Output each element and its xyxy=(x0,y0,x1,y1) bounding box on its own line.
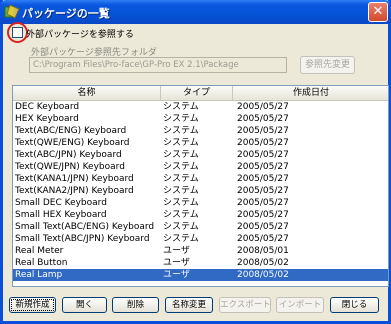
table-row[interactable]: Text(KANA1/JPN) Keyboard システム 2005/05/27 xyxy=(13,173,388,185)
package-date-cell: 2005/05/27 xyxy=(237,102,289,112)
change-folder-button[interactable]: 参照先変更 xyxy=(300,56,355,74)
package-name-cell: Text(QWE/JPN) Keyboard xyxy=(15,162,125,172)
package-type-cell: システム xyxy=(163,174,199,184)
package-type-cell: システム xyxy=(163,210,199,220)
package-type-cell: システム xyxy=(163,186,199,196)
table-body: DEC Keyboard システム 2005/05/27 HEX Keyboard シス… xyxy=(13,101,388,281)
package-date-cell: 2005/05/27 xyxy=(237,126,289,136)
package-date-cell: 2005/05/27 xyxy=(237,150,289,160)
package-type-cell: ユーザ xyxy=(163,246,190,256)
package-date-cell: 2005/05/27 xyxy=(237,114,289,124)
table-row[interactable]: Text(KANA2/JPN) Keyboard システム 2005/05/27 xyxy=(13,185,388,197)
package-type-cell: ユーザ xyxy=(163,270,190,280)
package-date-cell: 2008/05/02 xyxy=(237,270,289,280)
package-type-cell: システム xyxy=(163,138,199,148)
package-name-cell: Real Lamp xyxy=(15,270,63,280)
window-title: パッケージの一覧 xyxy=(22,7,110,20)
open-button[interactable]: 開く xyxy=(62,297,107,313)
table-row[interactable]: DEC Keyboard システム 2005/05/27 xyxy=(13,101,388,113)
table-row[interactable]: Real Meter ユーザ 2008/05/01 xyxy=(13,245,388,257)
package-name-cell: Small DEC Keyboard xyxy=(15,198,107,208)
package-date-cell: 2008/05/01 xyxy=(237,246,289,256)
package-type-cell: システム xyxy=(163,150,199,160)
package-date-cell: 2005/05/27 xyxy=(237,234,289,244)
package-type-cell: システム xyxy=(163,102,199,112)
package-name-cell: Real Meter xyxy=(15,246,64,256)
package-date-cell: 2005/05/27 xyxy=(237,162,289,172)
table-row[interactable]: Small DEC Keyboard システム 2005/05/27 xyxy=(13,197,388,209)
column-header-date[interactable]: 作成日付 xyxy=(233,86,388,100)
column-header-type[interactable]: タイプ xyxy=(161,86,233,100)
title-bar[interactable]: パッケージの一覧 ✕ xyxy=(0,0,391,24)
package-date-cell: 2008/05/02 xyxy=(237,258,289,268)
package-name-cell: Text(KANA1/JPN) Keyboard xyxy=(15,174,134,184)
new-button[interactable]: 新規作成 xyxy=(9,297,56,313)
table-row[interactable]: Real Lamp ユーザ 2008/05/02 xyxy=(13,269,388,281)
package-date-cell: 2005/05/27 xyxy=(237,222,289,232)
table-row[interactable]: HEX Keyboard システム 2005/05/27 xyxy=(13,113,388,125)
export-button[interactable]: エクスポート xyxy=(219,297,271,313)
package-date-cell: 2005/05/27 xyxy=(237,198,289,208)
close-window-button[interactable]: ✕ xyxy=(368,2,388,22)
package-name-cell: Text(ABC/ENG) Keyboard xyxy=(15,126,127,136)
package-type-cell: システム xyxy=(163,126,199,136)
package-date-cell: 2005/05/27 xyxy=(237,174,289,184)
table-row[interactable]: Text(ABC/JPN) Keyboard システム 2005/05/27 xyxy=(13,149,388,161)
table-row[interactable]: Text(QWE/JPN) Keyboard システム 2005/05/27 xyxy=(13,161,388,173)
external-folder-field[interactable]: C:\Program Files\Pro-face\GP-Pro EX 2.1\… xyxy=(29,57,287,73)
column-header-name[interactable]: 名称 xyxy=(13,86,161,100)
table-row[interactable]: Small Text(ABC/JPN) Keyboard システム 2005/05/… xyxy=(13,233,388,245)
package-table[interactable]: 名称 タイプ 作成日付 DEC Keyboard システム 2005/05/27 HE… xyxy=(12,85,389,287)
package-list-dialog: パッケージの一覧 ✕ 外部パッケージを参照する 外部パッケージ参照先フォルダ C… xyxy=(0,0,391,324)
package-date-cell: 2005/05/27 xyxy=(237,138,289,148)
package-type-cell: システム xyxy=(163,162,199,172)
package-name-cell: Real Button xyxy=(15,258,68,268)
rename-button[interactable]: 名称変更 xyxy=(165,297,213,313)
table-row[interactable]: Small HEX Keyboard システム 2005/05/27 xyxy=(13,209,388,221)
package-name-cell: Small HEX Keyboard xyxy=(15,210,107,220)
table-row[interactable]: Text(QWE/ENG) Keyboard システム 2005/05/27 xyxy=(13,137,388,149)
table-row[interactable]: Real Button ユーザ 2008/05/02 xyxy=(13,257,388,269)
package-name-cell: Text(KANA2/JPN) Keyboard xyxy=(15,186,134,196)
package-name-cell: Text(ABC/JPN) Keyboard xyxy=(15,150,122,160)
package-type-cell: システム xyxy=(163,114,199,124)
package-name-cell: HEX Keyboard xyxy=(15,114,79,124)
highlight-circle xyxy=(7,22,28,43)
package-type-cell: システム xyxy=(163,234,199,244)
close-button[interactable]: 閉じる xyxy=(330,297,379,313)
package-date-cell: 2005/05/27 xyxy=(237,210,289,220)
use-external-package-label[interactable]: 外部パッケージを参照する xyxy=(26,27,134,40)
package-name-cell: DEC Keyboard xyxy=(15,102,80,112)
table-header: 名称 タイプ 作成日付 xyxy=(13,86,388,101)
package-name-cell: Text(QWE/ENG) Keyboard xyxy=(15,138,130,148)
table-row[interactable]: Text(ABC/ENG) Keyboard システム 2005/05/27 xyxy=(13,125,388,137)
package-name-cell: Small Text(ABC/ENG) Keyboard xyxy=(15,222,155,232)
app-icon xyxy=(4,4,20,19)
import-button[interactable]: インポート xyxy=(276,297,324,313)
package-name-cell: Small Text(ABC/JPN) Keyboard xyxy=(15,234,150,244)
table-row[interactable]: Small Text(ABC/ENG) Keyboard システム 2005/05/… xyxy=(13,221,388,233)
package-type-cell: システム xyxy=(163,198,199,208)
package-date-cell: 2005/05/27 xyxy=(237,186,289,196)
package-type-cell: システム xyxy=(163,222,199,232)
delete-button[interactable]: 削除 xyxy=(112,297,159,313)
package-type-cell: ユーザ xyxy=(163,258,190,268)
